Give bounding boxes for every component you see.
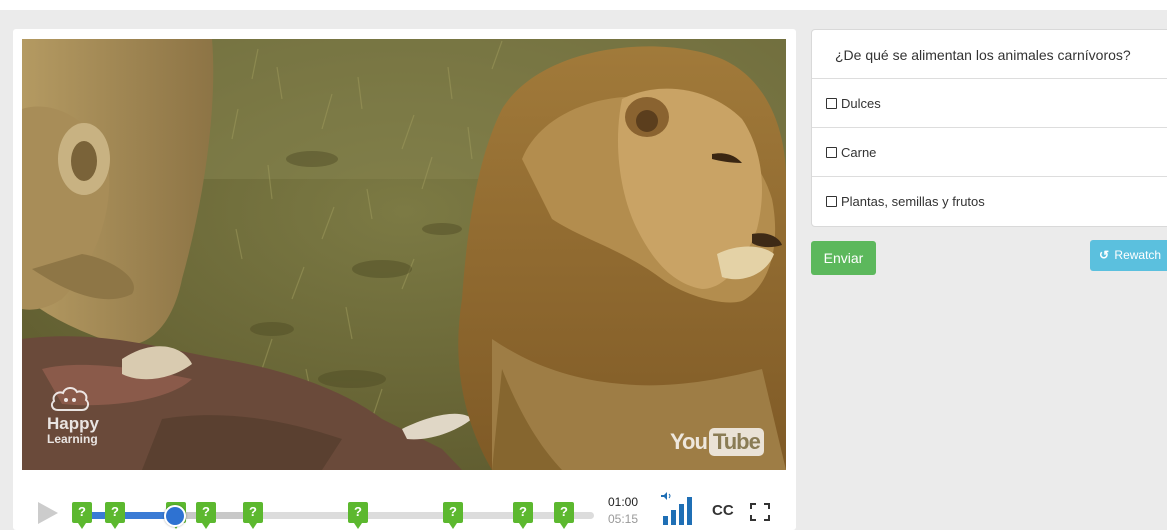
play-icon[interactable]	[35, 500, 61, 526]
question-marker[interactable]: ?	[513, 502, 533, 529]
rewatch-label: Rewatch	[1114, 248, 1162, 262]
question-marker[interactable]: ?	[196, 502, 216, 529]
total-duration: 05:15	[608, 512, 639, 526]
question-marker[interactable]: ?	[72, 502, 92, 529]
cloud-icon	[50, 387, 90, 411]
player-controls: ? ? ? ? ? ? ? ? ? 01:00 05:15 CC	[13, 470, 796, 530]
captions-button[interactable]: CC	[712, 502, 734, 519]
rewatch-icon: ↺	[1099, 248, 1110, 262]
watermark-learning: Learning	[47, 432, 98, 446]
youtube-logo[interactable]: You Tube	[670, 427, 764, 457]
seek-bar-handle[interactable]	[164, 505, 187, 527]
video-frame[interactable]: Happy Learning You Tube	[22, 39, 786, 470]
question-marker[interactable]: ?	[243, 502, 263, 529]
fullscreen-icon[interactable]	[750, 503, 770, 521]
rewatch-button[interactable]: ↺ Rewatch	[1090, 240, 1167, 271]
youtube-logo-you: You	[670, 429, 708, 454]
question-card: ¿De qué se alimentan los animales carnív…	[811, 29, 1167, 227]
top-strip	[0, 0, 1167, 10]
question-marker[interactable]: ?	[554, 502, 574, 529]
checkbox-icon[interactable]	[826, 146, 837, 158]
watermark-happy: Happy	[47, 414, 99, 433]
question-marker[interactable]: ?	[443, 502, 463, 529]
video-player: Happy Learning You Tube ? ? ? ? ? ? ? ? …	[13, 29, 796, 530]
happy-learning-logo: Happy Learning	[44, 384, 124, 454]
submit-button[interactable]: Enviar	[811, 241, 876, 275]
question-marker[interactable]: ?	[105, 502, 125, 529]
answer-label: Carne	[841, 144, 877, 160]
answer-label: Dulces	[841, 95, 881, 111]
answer-option-carne[interactable]: Carne	[812, 128, 1167, 177]
answer-label: Plantas, semillas y frutos	[841, 193, 985, 209]
question-text: ¿De qué se alimentan los animales carnív…	[812, 30, 1167, 79]
answer-option-dulces[interactable]: Dulces	[812, 79, 1167, 128]
video-scene-image	[22, 39, 786, 470]
question-marker[interactable]: ?	[348, 502, 368, 529]
checkbox-icon[interactable]	[826, 97, 837, 109]
current-time: 01:00	[608, 495, 639, 509]
youtube-logo-tube: Tube	[708, 428, 764, 456]
checkbox-icon[interactable]	[826, 195, 837, 207]
volume-icon[interactable]	[660, 491, 698, 525]
answer-option-plantas[interactable]: Plantas, semillas y frutos	[812, 177, 1167, 225]
